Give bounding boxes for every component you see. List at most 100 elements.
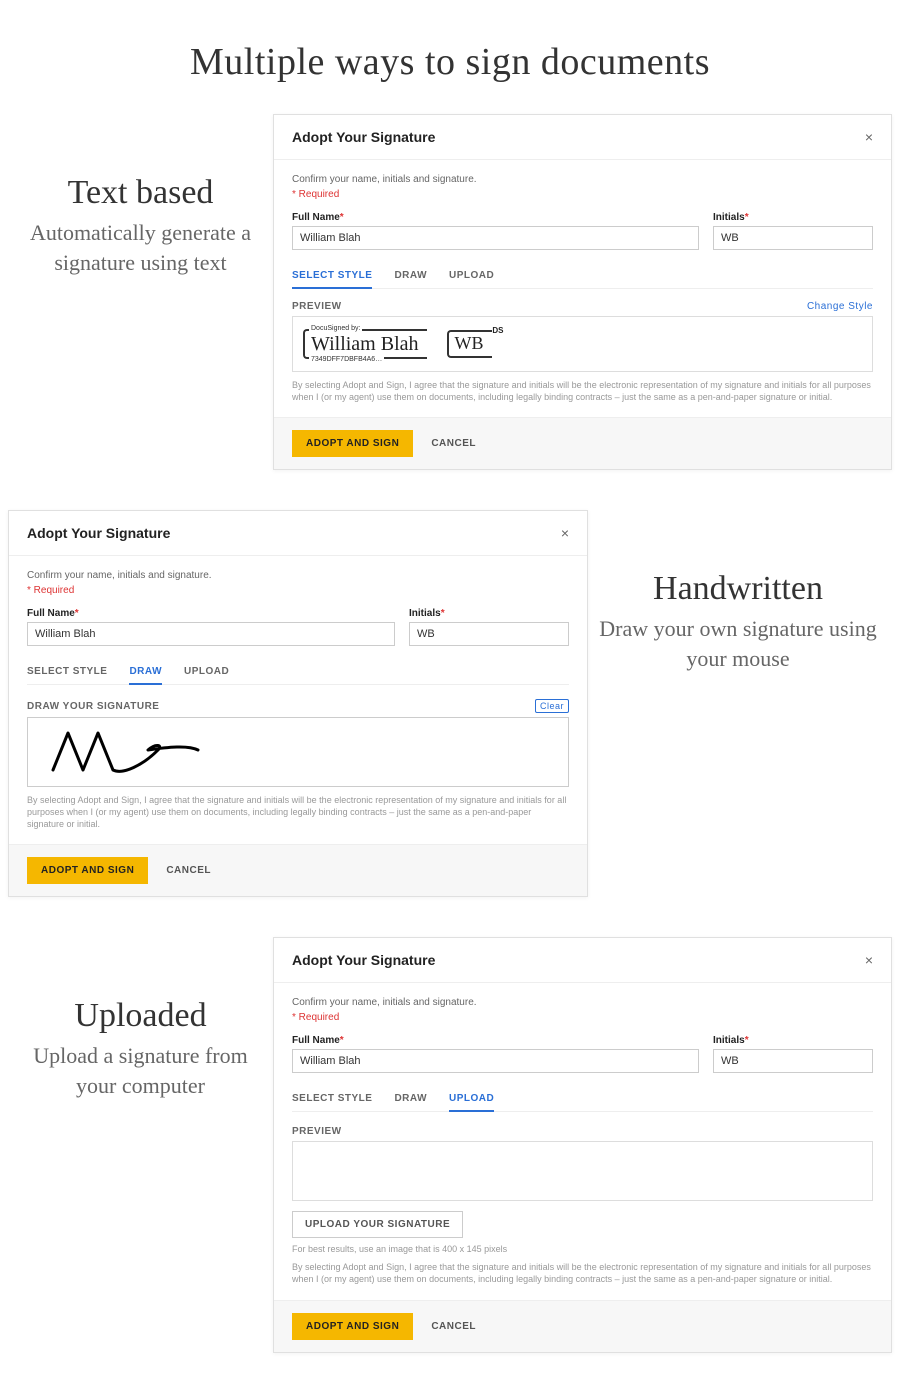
- tab-draw[interactable]: DRAW: [129, 660, 162, 685]
- preview-label: PREVIEW: [292, 1126, 342, 1137]
- close-icon[interactable]: ×: [865, 129, 873, 145]
- dialog-body: Confirm your name, initials and signatur…: [274, 160, 891, 417]
- field-row: Full Name* Initials*: [292, 1035, 873, 1073]
- tab-upload[interactable]: UPLOAD: [449, 1087, 494, 1112]
- dialog-title: Adopt Your Signature: [292, 952, 435, 968]
- dialog-title: Adopt Your Signature: [292, 129, 435, 145]
- dialog-header: Adopt Your Signature ×: [274, 938, 891, 983]
- label-sub-hand: Draw your own signature using your mouse: [598, 614, 878, 673]
- change-style-link[interactable]: Change Style: [807, 301, 873, 312]
- fullname-label: Full Name*: [292, 1035, 699, 1046]
- label-sub-text: Automatically generate a signature using…: [18, 218, 263, 277]
- section-uploaded: Uploaded Upload a signature from your co…: [0, 937, 900, 1352]
- section-label-hand: Handwritten Draw your own signature usin…: [588, 510, 888, 673]
- tab-draw[interactable]: DRAW: [394, 1087, 427, 1111]
- confirm-text: Confirm your name, initials and signatur…: [292, 997, 873, 1008]
- label-sub-upload: Upload a signature from your computer: [18, 1041, 263, 1100]
- label-title-text: Text based: [18, 174, 263, 212]
- preview-header: PREVIEW Change Style: [292, 301, 873, 312]
- dialog-footer: ADOPT AND SIGN CANCEL: [9, 844, 587, 896]
- initials-block: DS WB: [447, 330, 492, 358]
- ds-label: DS: [492, 326, 503, 335]
- dialog-body: Confirm your name, initials and signatur…: [274, 983, 891, 1299]
- docusigned-by-label: DocuSigned by:: [309, 325, 362, 332]
- section-label-upload: Uploaded Upload a signature from your co…: [8, 937, 273, 1100]
- field-initials: Initials*: [713, 1035, 873, 1073]
- cancel-button[interactable]: CANCEL: [431, 1321, 476, 1332]
- adopt-and-sign-button[interactable]: ADOPT AND SIGN: [292, 1313, 413, 1340]
- fullname-label: Full Name*: [292, 212, 699, 223]
- tab-upload[interactable]: UPLOAD: [184, 660, 229, 684]
- fullname-label: Full Name*: [27, 608, 395, 619]
- dialog-handwritten: Adopt Your Signature × Confirm your name…: [8, 510, 588, 897]
- adopt-and-sign-button[interactable]: ADOPT AND SIGN: [27, 857, 148, 884]
- dialog-uploaded: Adopt Your Signature × Confirm your name…: [273, 937, 892, 1352]
- dialog-title: Adopt Your Signature: [27, 525, 170, 541]
- tabs: SELECT STYLE DRAW UPLOAD: [27, 660, 569, 685]
- agreement-text: By selecting Adopt and Sign, I agree tha…: [292, 1262, 873, 1299]
- initials-script: WB: [455, 334, 484, 354]
- dialog-header: Adopt Your Signature ×: [274, 115, 891, 160]
- tab-select-style[interactable]: SELECT STYLE: [292, 1087, 372, 1111]
- fullname-input[interactable]: [292, 226, 699, 250]
- field-row: Full Name* Initials*: [292, 212, 873, 250]
- tab-select-style[interactable]: SELECT STYLE: [27, 660, 107, 684]
- required-text: * Required: [292, 1012, 873, 1023]
- close-icon[interactable]: ×: [865, 952, 873, 968]
- field-fullname: Full Name*: [27, 608, 395, 646]
- upload-signature-button[interactable]: UPLOAD YOUR SIGNATURE: [292, 1211, 463, 1238]
- preview-box: DocuSigned by: William Blah 7349DFF7DBFB…: [292, 316, 873, 372]
- initials-label: Initials*: [409, 608, 569, 619]
- confirm-text: Confirm your name, initials and signatur…: [292, 174, 873, 185]
- field-fullname: Full Name*: [292, 212, 699, 250]
- drawn-signature-icon: [48, 725, 208, 780]
- section-handwritten: Adopt Your Signature × Confirm your name…: [0, 510, 900, 897]
- signature-script: William Blah: [311, 333, 419, 355]
- required-text: * Required: [27, 585, 569, 596]
- confirm-text: Confirm your name, initials and signatur…: [27, 570, 569, 581]
- dialog-text-based: Adopt Your Signature × Confirm your name…: [273, 114, 892, 470]
- section-text-based: Text based Automatically generate a sign…: [0, 114, 900, 470]
- required-text: * Required: [292, 189, 873, 200]
- section-label-text: Text based Automatically generate a sign…: [8, 114, 273, 277]
- signature-block: DocuSigned by: William Blah 7349DFF7DBFB…: [303, 329, 427, 359]
- field-row: Full Name* Initials*: [27, 608, 569, 646]
- initials-input[interactable]: [409, 622, 569, 646]
- clear-button[interactable]: Clear: [535, 699, 569, 713]
- preview-header: PREVIEW: [292, 1126, 873, 1137]
- label-title-hand: Handwritten: [598, 570, 878, 608]
- tab-upload[interactable]: UPLOAD: [449, 264, 494, 288]
- field-fullname: Full Name*: [292, 1035, 699, 1073]
- dialog-footer: ADOPT AND SIGN CANCEL: [274, 1300, 891, 1352]
- field-initials: Initials*: [713, 212, 873, 250]
- agreement-text: By selecting Adopt and Sign, I agree tha…: [27, 795, 569, 844]
- close-icon[interactable]: ×: [561, 525, 569, 541]
- draw-area[interactable]: [27, 717, 569, 787]
- cancel-button[interactable]: CANCEL: [166, 865, 211, 876]
- tab-select-style[interactable]: SELECT STYLE: [292, 264, 372, 289]
- cancel-button[interactable]: CANCEL: [431, 438, 476, 449]
- initials-frame: DS WB: [447, 330, 492, 358]
- draw-label: DRAW YOUR SIGNATURE: [27, 701, 159, 712]
- preview-label: PREVIEW: [292, 301, 342, 312]
- page-title: Multiple ways to sign documents: [0, 40, 900, 84]
- preview-empty: [292, 1141, 873, 1201]
- tab-draw[interactable]: DRAW: [394, 264, 427, 288]
- fullname-input[interactable]: [292, 1049, 699, 1073]
- initials-input[interactable]: [713, 1049, 873, 1073]
- dialog-header: Adopt Your Signature ×: [9, 511, 587, 556]
- dialog-footer: ADOPT AND SIGN CANCEL: [274, 417, 891, 469]
- initials-label: Initials*: [713, 212, 873, 223]
- dialog-body: Confirm your name, initials and signatur…: [9, 556, 587, 844]
- tabs: SELECT STYLE DRAW UPLOAD: [292, 1087, 873, 1112]
- initials-input[interactable]: [713, 226, 873, 250]
- signature-frame: DocuSigned by: William Blah 7349DFF7DBFB…: [303, 329, 427, 359]
- signature-hash: 7349DFF7DBFB4A6…: [309, 356, 384, 363]
- initials-label: Initials*: [713, 1035, 873, 1046]
- fullname-input[interactable]: [27, 622, 395, 646]
- upload-hint: For best results, use an image that is 4…: [292, 1244, 873, 1254]
- tabs: SELECT STYLE DRAW UPLOAD: [292, 264, 873, 289]
- adopt-and-sign-button[interactable]: ADOPT AND SIGN: [292, 430, 413, 457]
- draw-header: DRAW YOUR SIGNATURE Clear: [27, 699, 569, 713]
- agreement-text: By selecting Adopt and Sign, I agree tha…: [292, 380, 873, 417]
